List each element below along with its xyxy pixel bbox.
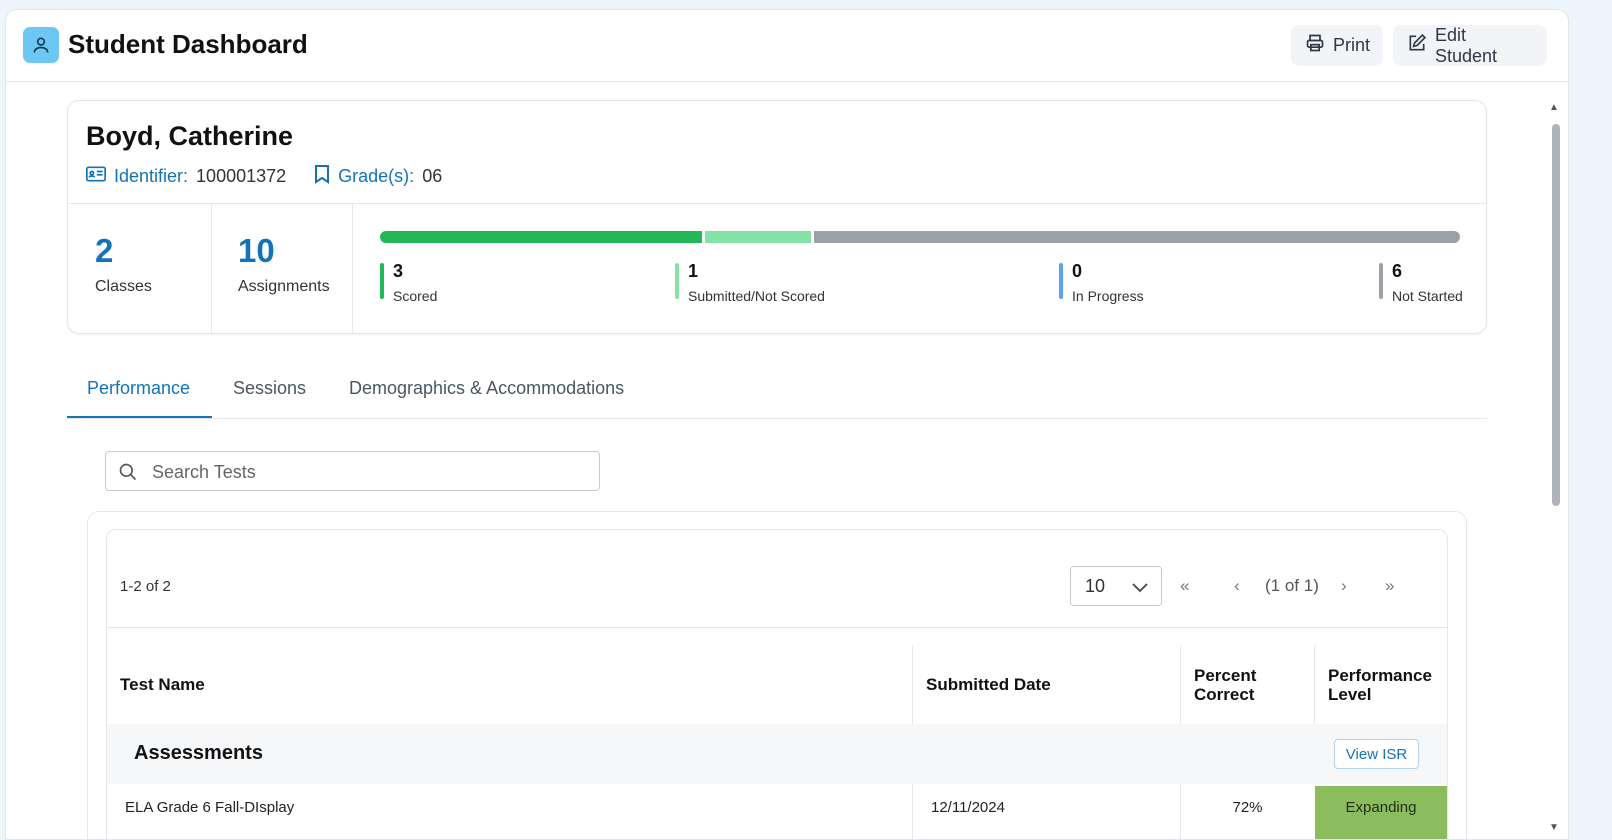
classes-stat: 2 Classes <box>68 204 212 333</box>
test-name-cell: ELA Grade 6 Fall-DIsplay <box>125 799 295 816</box>
printer-icon <box>1305 33 1325 58</box>
id-card-icon <box>86 166 106 187</box>
assignments-label: Assignments <box>238 278 330 295</box>
column-performance-level[interactable]: Performance Level <box>1314 645 1447 725</box>
tab-demographics[interactable]: Demographics & Accommodations <box>349 378 624 399</box>
group-title: Assessments <box>134 742 263 764</box>
active-tab-indicator <box>67 416 212 418</box>
prev-page-button[interactable]: ‹ <box>1234 576 1240 596</box>
search-box[interactable] <box>105 451 600 492</box>
table-row[interactable]: ELA Grade 6 Fall-DIsplay 12/11/2024 72% … <box>107 784 1447 839</box>
progress-bar-not-started <box>814 231 1460 243</box>
assignments-stat: 10 Assignments <box>211 204 353 333</box>
legend-in-progress-marker <box>1059 263 1063 299</box>
next-page-button[interactable]: › <box>1341 576 1347 596</box>
scroll-down-icon[interactable]: ▼ <box>1549 822 1559 833</box>
test-results-table: 1-2 of 2 10 « ‹ (1 of 1) › » Test Name S… <box>106 529 1448 839</box>
student-name: Boyd, Catherine <box>86 121 294 151</box>
search-icon <box>118 462 138 487</box>
not-started-count: 6 <box>1392 261 1403 281</box>
table-header: Test Name Submitted Date Percent Correct… <box>107 627 1447 726</box>
grade-label: Grade(s): <box>338 166 415 186</box>
identifier-label: Identifier: <box>114 166 189 186</box>
classes-count: 2 <box>95 232 114 269</box>
group-row: Assessments View ISR <box>107 724 1447 784</box>
column-test-name[interactable]: Test Name <box>107 645 912 725</box>
assignments-count: 10 <box>238 232 275 269</box>
scrollbar-thumb[interactable] <box>1552 124 1560 506</box>
column-submitted-date[interactable]: Submitted Date <box>912 645 1180 725</box>
scroll-up-icon[interactable]: ▲ <box>1549 102 1559 113</box>
submitted-count: 1 <box>688 261 699 281</box>
print-button-label: Print <box>1333 35 1371 55</box>
scored-count: 3 <box>393 261 404 281</box>
progress-bar-submitted <box>705 231 811 243</box>
legend-not-started: 6 Not Started <box>1379 261 1463 304</box>
column-percent-correct[interactable]: Percent Correct <box>1180 645 1314 725</box>
grade-value: 06 <box>422 166 443 186</box>
chevron-down-icon <box>1131 580 1149 598</box>
submitted-label: Submitted/Not Scored <box>688 288 825 304</box>
app-window: Student Dashboard Print Edit Student ▲ ▼… <box>5 9 1569 840</box>
progress-bar-scored <box>380 231 702 243</box>
legend-scored-marker <box>380 263 384 299</box>
page-info: (1 of 1) <box>1265 576 1319 595</box>
user-icon <box>23 27 59 63</box>
top-bar: Student Dashboard Print Edit Student <box>6 10 1568 82</box>
edit-icon <box>1407 33 1427 58</box>
identifier-value: 100001372 <box>196 166 287 186</box>
legend-submitted-marker <box>675 263 679 299</box>
print-button[interactable]: Print <box>1291 25 1383 66</box>
page-size-select[interactable]: 10 <box>1070 566 1162 606</box>
legend-submitted: 1 Submitted/Not Scored <box>675 261 825 304</box>
legend-scored: 3 Scored <box>380 261 437 304</box>
view-isr-button[interactable]: View ISR <box>1334 739 1419 769</box>
first-page-button[interactable]: « <box>1180 576 1189 596</box>
in-progress-label: In Progress <box>1072 288 1144 304</box>
edit-student-button-label: Edit Student <box>1435 24 1498 66</box>
legend-not-started-marker <box>1379 263 1383 299</box>
tab-sessions[interactable]: Sessions <box>233 378 306 399</box>
performance-level-cell: Expanding <box>1315 786 1447 839</box>
scored-label: Scored <box>393 288 438 304</box>
legend-in-progress: 0 In Progress <box>1059 261 1144 304</box>
classes-label: Classes <box>95 278 152 295</box>
edit-student-button[interactable]: Edit Student <box>1393 25 1547 66</box>
submitted-date-cell: 12/11/2024 <box>912 784 1180 839</box>
tab-performance[interactable]: Performance <box>87 378 190 399</box>
page-size-value: 10 <box>1085 576 1106 596</box>
search-input[interactable] <box>150 452 594 492</box>
student-summary-card: Boyd, Catherine Identifier: 100001372 Gr… <box>67 100 1487 334</box>
bookmark-icon <box>314 164 330 189</box>
not-started-label: Not Started <box>1392 288 1463 304</box>
tab-bar: Performance Sessions Demographics & Acco… <box>67 355 1487 419</box>
page-title: Student Dashboard <box>68 29 308 59</box>
last-page-button[interactable]: » <box>1385 576 1394 596</box>
student-meta: Identifier: 100001372 Grade(s): 06 <box>86 164 442 189</box>
scrollbar[interactable]: ▲ ▼ <box>1532 100 1568 839</box>
result-range: 1-2 of 2 <box>120 578 171 595</box>
percent-correct-cell: 72% <box>1180 784 1314 839</box>
in-progress-count: 0 <box>1072 261 1083 281</box>
